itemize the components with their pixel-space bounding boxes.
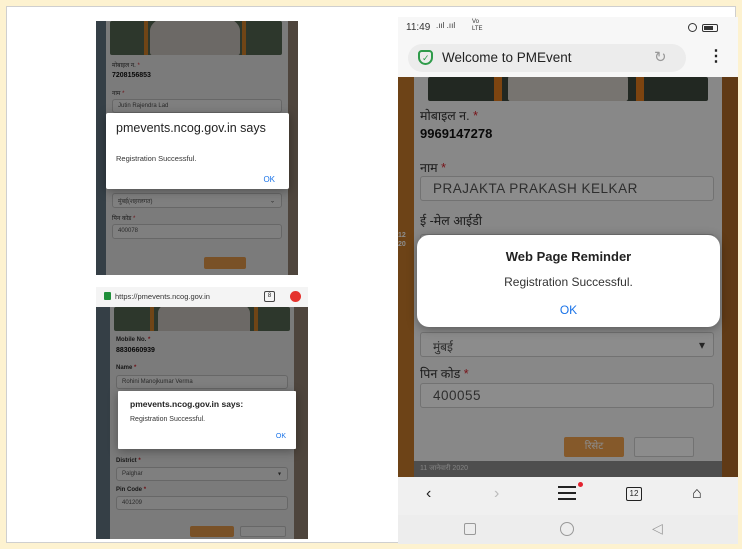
browser-title-bar: ✓ Welcome to PMEvent ↻ ⋮: [398, 39, 738, 77]
volte-icon: Vo LTE: [472, 19, 483, 32]
reload-icon[interactable]: ↻: [654, 48, 667, 66]
ok-button[interactable]: OK: [276, 433, 286, 440]
signal-icon: .ııl .ııl: [436, 21, 456, 30]
url-text[interactable]: https://pmevents.ncog.gov.in: [115, 292, 210, 301]
browser-nav-bar: ‹ › 12 ⌂: [398, 477, 738, 515]
status-bar: 11:49 .ııl .ııl Vo LTE: [398, 17, 738, 39]
collage-frame: मोबाइल न. * 7208156853 नाम * Jutin Rajen…: [6, 6, 738, 544]
back-triangle-icon[interactable]: ◁: [652, 520, 663, 537]
shield-check-icon: ✓: [418, 50, 433, 65]
screenshot-english-form: https://pmevents.ncog.gov.in 8 Mobile No…: [96, 287, 308, 539]
address-bar[interactable]: ✓ Welcome to PMEvent ↻: [408, 44, 686, 72]
page-title: Welcome to PMEvent: [442, 50, 572, 65]
more-menu-icon[interactable]: ⋮: [708, 47, 724, 67]
web-page-reminder-dialog: Web Page Reminder Registration Successfu…: [417, 235, 720, 327]
dialog-title: pmevents.ncog.gov.in says: [116, 121, 266, 135]
tabs-icon[interactable]: 12: [626, 487, 642, 501]
home-icon[interactable]: ⌂: [692, 485, 702, 503]
home-circle-icon[interactable]: [560, 522, 574, 536]
forward-icon[interactable]: ›: [494, 485, 499, 503]
tabs-icon[interactable]: 8: [264, 291, 275, 302]
ok-button[interactable]: OK: [417, 303, 720, 317]
opera-menu-icon[interactable]: [290, 291, 301, 302]
system-nav-bar: ◁: [398, 515, 738, 544]
lock-icon: [104, 292, 111, 300]
recents-icon[interactable]: [464, 523, 476, 535]
screenshot-phone: 11:49 .ııl .ııl Vo LTE ✓ Welcome to PMEv…: [398, 17, 738, 544]
browser-url-bar: https://pmevents.ncog.gov.in 8: [96, 287, 308, 307]
dialog-message: Registration Successful.: [116, 154, 197, 163]
alert-dialog: pmevents.ncog.gov.in says: Registration …: [118, 391, 296, 449]
dialog-message: Registration Successful.: [130, 416, 206, 423]
back-icon[interactable]: ‹: [426, 485, 431, 503]
menu-icon[interactable]: [558, 482, 583, 500]
battery-icon: [702, 24, 718, 32]
dialog-title: pmevents.ncog.gov.in says:: [130, 399, 244, 409]
alert-dialog: pmevents.ncog.gov.in says Registration S…: [106, 113, 289, 189]
dialog-message: Registration Successful.: [504, 275, 633, 289]
ok-button[interactable]: OK: [263, 175, 275, 184]
status-time: 11:49: [406, 22, 431, 33]
screenshot-hindi-form: मोबाइल न. * 7208156853 नाम * Jutin Rajen…: [96, 21, 298, 275]
alarm-icon: [688, 23, 697, 32]
dialog-title: Web Page Reminder: [505, 249, 632, 264]
